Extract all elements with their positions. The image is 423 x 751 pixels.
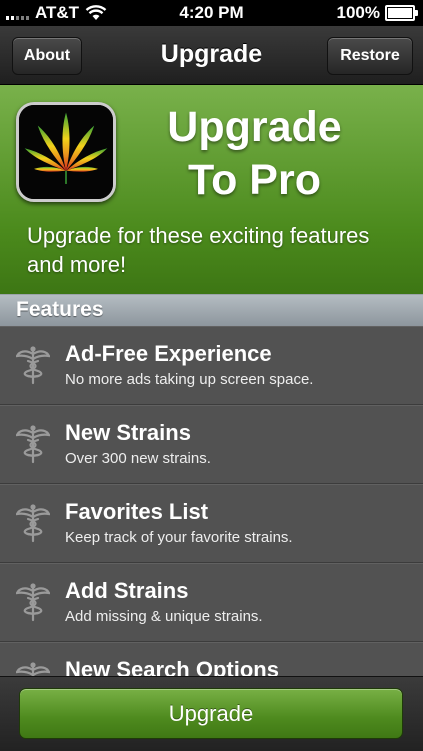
cannabis-leaf-icon — [19, 105, 113, 199]
bottom-toolbar: Upgrade — [0, 676, 423, 751]
upgrade-banner: Upgrade To Pro Upgrade for these excitin… — [0, 85, 423, 294]
list-item: New Strains Over 300 new strains. — [0, 405, 423, 484]
feature-title: Add Strains — [65, 578, 189, 603]
caduceus-icon — [16, 504, 50, 543]
list-item: Ad-Free Experience No more ads taking up… — [0, 326, 423, 405]
status-right: 100% — [336, 3, 418, 23]
upgrade-heading-line2: To Pro — [188, 156, 321, 204]
feature-subtitle: Add missing & unique strains. — [65, 608, 263, 625]
feature-title: Favorites List — [65, 499, 209, 524]
upgrade-heading: Upgrade To Pro — [132, 101, 377, 207]
feature-title: New Search Options — [65, 657, 279, 676]
upgrade-heading-line1: Upgrade — [167, 103, 342, 151]
features-list[interactable]: Ad-Free Experience No more ads taking up… — [0, 326, 423, 676]
caduceus-icon — [16, 662, 50, 676]
feature-subtitle: No more ads taking up screen space. — [65, 371, 314, 388]
caduceus-icon — [16, 425, 50, 464]
caduceus-icon — [16, 346, 50, 385]
section-title: Features — [16, 298, 104, 321]
navigation-bar: About Upgrade Restore — [0, 26, 423, 85]
restore-button-label: Restore — [340, 47, 400, 64]
list-item: Add Strains Add missing & unique strains… — [0, 563, 423, 642]
battery-icon — [385, 5, 418, 21]
battery-percent: 100% — [336, 3, 380, 22]
feature-subtitle: Over 300 new strains. — [65, 450, 211, 467]
list-item: Favorites List Keep track of your favori… — [0, 484, 423, 563]
status-bar: AT&T 4:20 PM 100% — [0, 0, 423, 26]
features-section-header: Features — [0, 294, 423, 327]
upgrade-button[interactable]: Upgrade — [19, 688, 403, 739]
upgrade-button-label: Upgrade — [168, 700, 254, 726]
upgrade-subtitle: Upgrade for these exciting features and … — [27, 223, 370, 277]
feature-title: New Strains — [65, 420, 191, 445]
feature-subtitle: Keep track of your favorite strains. — [65, 529, 293, 546]
app-icon — [16, 102, 116, 202]
caduceus-icon — [16, 583, 50, 622]
list-item: New Search Options — [0, 642, 423, 676]
restore-button[interactable]: Restore — [327, 37, 413, 75]
feature-title: Ad-Free Experience — [65, 341, 272, 366]
